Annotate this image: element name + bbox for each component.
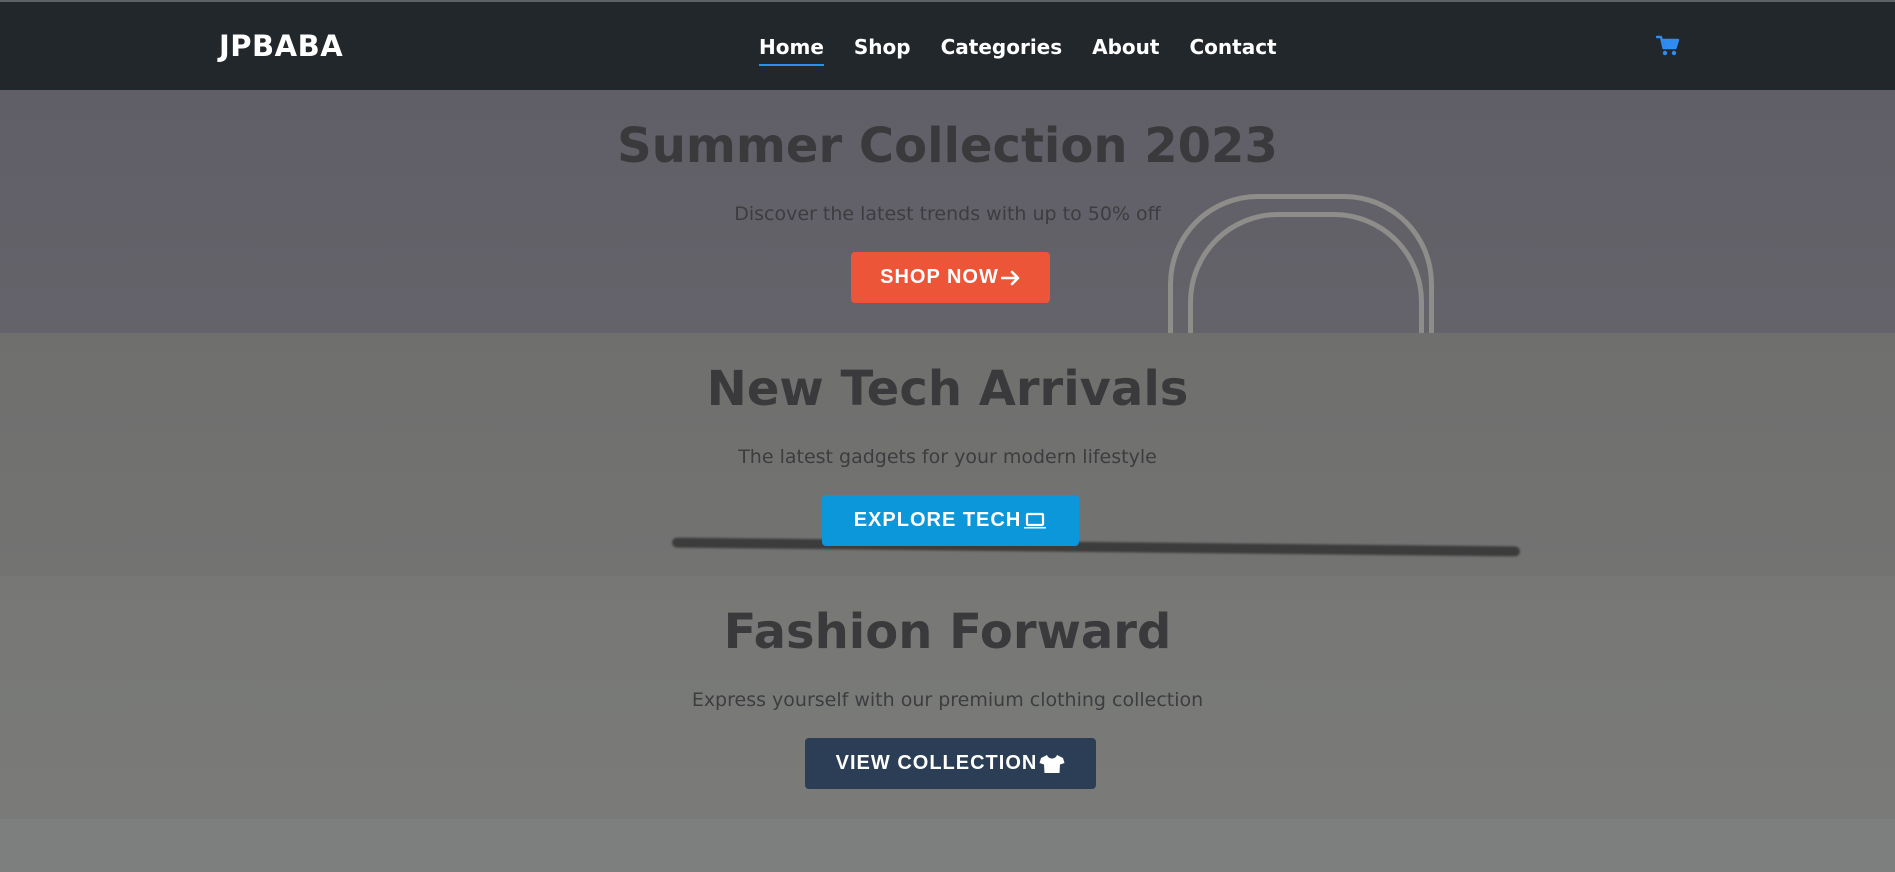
hero-title: Fashion Forward (723, 604, 1172, 660)
shopping-cart-svg (1655, 35, 1680, 56)
hero-new-tech: New Tech Arrivals The latest gadgets for… (0, 333, 1895, 576)
hero-subtitle: The latest gadgets for your modern lifes… (738, 446, 1157, 468)
nav-item-contact[interactable]: Contact (1189, 34, 1276, 60)
button-label: SHOP NOW (880, 266, 999, 288)
view-collection-button[interactable]: VIEW COLLECTION (805, 738, 1096, 789)
navbar: JPBABA Home Shop Categories About Contac… (0, 0, 1895, 90)
explore-tech-button[interactable]: EXPLORE TECH (822, 495, 1079, 546)
shopping-cart-icon[interactable] (1655, 35, 1680, 57)
hero-title: Summer Collection 2023 (617, 118, 1278, 174)
button-label: VIEW COLLECTION (835, 752, 1038, 774)
hero-title: New Tech Arrivals (706, 361, 1189, 417)
brand-logo[interactable]: JPBABA (219, 28, 343, 64)
nav-item-about[interactable]: About (1092, 34, 1159, 60)
hero-fashion-forward: Fashion Forward Express yourself with ou… (0, 576, 1895, 819)
nav-item-home[interactable]: Home (759, 34, 824, 66)
nav-links: Home Shop Categories About Contact (759, 34, 1307, 66)
button-label: EXPLORE TECH (853, 509, 1022, 531)
shop-now-button[interactable]: SHOP NOW (851, 252, 1050, 303)
nav-item-categories[interactable]: Categories (941, 34, 1063, 60)
hero-subtitle: Express yourself with our premium clothi… (691, 689, 1204, 711)
hero-summer-collection: Summer Collection 2023 Discover the late… (0, 90, 1895, 333)
page-footer-area (0, 819, 1895, 872)
nav-item-shop[interactable]: Shop (854, 34, 911, 60)
bag-handle-decoration (1188, 212, 1424, 333)
laptop-edge-decoration (671, 537, 1521, 557)
tshirt-icon (1039, 754, 1065, 773)
hero-subtitle: Discover the latest trends with up to 50… (734, 203, 1161, 225)
arrow-right-icon (1000, 270, 1020, 285)
laptop-icon (1024, 512, 1047, 528)
